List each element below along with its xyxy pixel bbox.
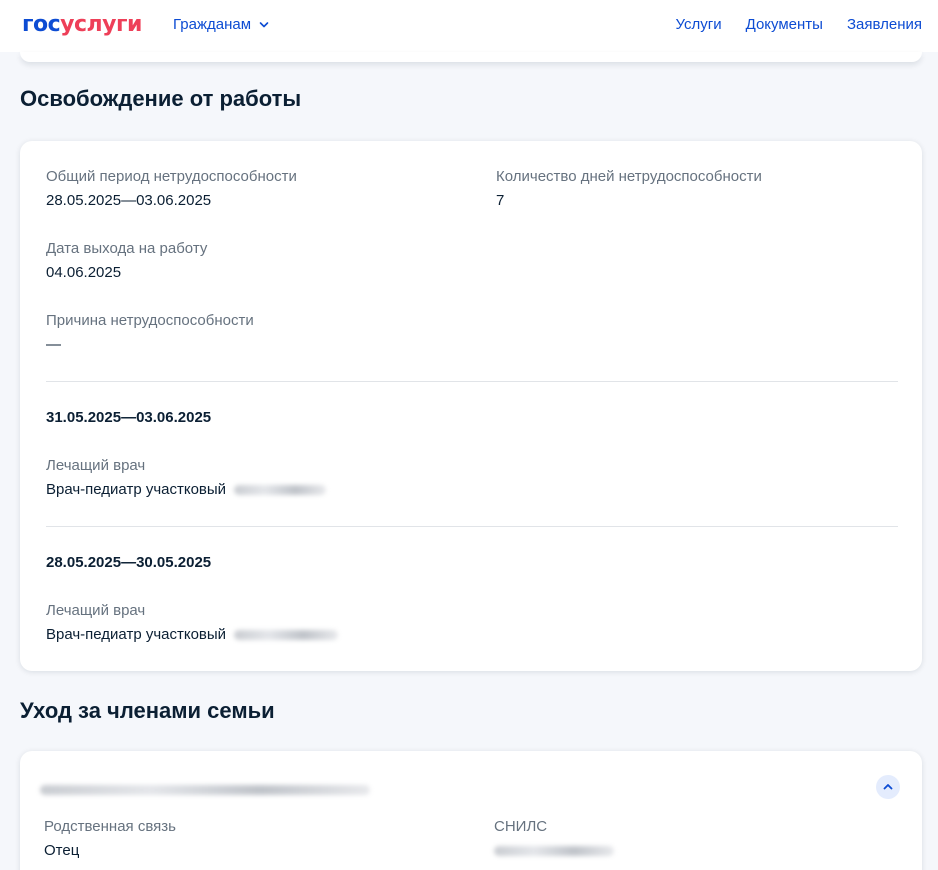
doctor-label: Лечащий врач bbox=[46, 457, 146, 474]
return-date-label: Дата выхода на работу bbox=[46, 240, 208, 257]
redacted-family-member-name bbox=[40, 784, 370, 795]
doctor-label: Лечащий врач bbox=[46, 602, 146, 619]
total-period-field: Общий период нетрудоспособности 28.05.20… bbox=[46, 167, 297, 211]
days-count-field: Количество дней нетрудоспособности 7 bbox=[496, 167, 762, 211]
relation-label: Родственная связь bbox=[44, 818, 176, 835]
reason-field: Причина нетрудоспособности — bbox=[46, 311, 254, 355]
period-range: 28.05.2025—30.05.2025 bbox=[46, 554, 212, 571]
redacted-snils bbox=[494, 846, 614, 857]
reason-label: Причина нетрудоспособности bbox=[46, 312, 254, 329]
top-nav-links: Услуги Документы Заявления bbox=[676, 16, 923, 33]
doctor-field: Лечащий врач Врач-педиатр участковый bbox=[46, 456, 327, 500]
doctor-value: Врач-педиатр участковый bbox=[46, 626, 227, 643]
snils-label: СНИЛС bbox=[494, 818, 548, 835]
nav-link-services[interactable]: Услуги bbox=[676, 16, 722, 33]
top-header: госуслуги Гражданам Услуги Документы Зая… bbox=[0, 0, 938, 52]
logo-part-uslugi: услуги bbox=[60, 12, 142, 37]
days-count-value: 7 bbox=[496, 192, 505, 209]
snils-field: СНИЛС bbox=[494, 817, 614, 861]
total-period-label: Общий период нетрудоспособности bbox=[46, 168, 297, 185]
release-section-title: Освобождение от работы bbox=[20, 86, 302, 111]
citizens-menu[interactable]: Гражданам bbox=[173, 16, 269, 33]
gosuslugi-logo[interactable]: госуслуги bbox=[22, 12, 142, 38]
doctor-field: Лечащий врач Врач-педиатр участковый bbox=[46, 601, 339, 645]
nav-link-applications[interactable]: Заявления bbox=[847, 16, 922, 33]
doctor-value-row: Врач-педиатр участковый bbox=[46, 625, 339, 645]
redacted-doctor-name bbox=[234, 485, 327, 496]
return-date-field: Дата выхода на работу 04.06.2025 bbox=[46, 239, 207, 283]
chevron-down-icon bbox=[259, 21, 269, 27]
snils-value-row bbox=[494, 841, 614, 861]
citizens-menu-label: Гражданам bbox=[173, 16, 252, 33]
doctor-value: Врач-педиатр участковый bbox=[46, 481, 227, 498]
logo-part-gos: гос bbox=[22, 12, 61, 37]
return-date-value: 04.06.2025 bbox=[46, 264, 122, 281]
chevron-up-icon bbox=[883, 784, 893, 790]
family-member-card: Родственная связь Отец СНИЛС bbox=[20, 751, 922, 870]
collapse-button[interactable] bbox=[876, 775, 900, 799]
reason-value: — bbox=[46, 336, 61, 353]
release-card: Общий период нетрудоспособности 28.05.20… bbox=[20, 141, 922, 671]
redacted-doctor-name bbox=[234, 630, 339, 641]
divider bbox=[46, 526, 898, 527]
relation-field: Родственная связь Отец bbox=[44, 817, 176, 861]
period-range: 31.05.2025—03.06.2025 bbox=[46, 409, 212, 426]
doctor-value-row: Врач-педиатр участковый bbox=[46, 480, 327, 500]
days-count-label: Количество дней нетрудоспособности bbox=[496, 168, 762, 185]
divider bbox=[46, 381, 898, 382]
relation-value: Отец bbox=[44, 842, 80, 859]
nav-link-documents[interactable]: Документы bbox=[746, 16, 823, 33]
previous-card-edge bbox=[20, 52, 922, 62]
family-member-name bbox=[40, 781, 370, 799]
total-period-value: 28.05.2025—03.06.2025 bbox=[46, 192, 212, 209]
family-section-title: Уход за членами семьи bbox=[20, 698, 275, 723]
